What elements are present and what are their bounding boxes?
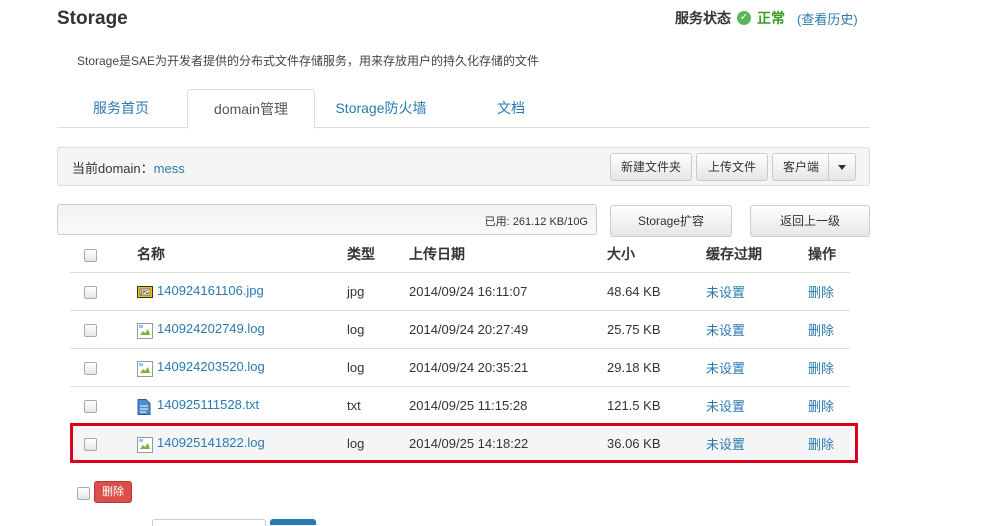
cache-setting-link[interactable]: 未设置 xyxy=(706,323,745,338)
bulk-delete-button[interactable]: 删除 xyxy=(94,481,132,503)
file-name-link[interactable]: 140924202749.log xyxy=(157,321,265,336)
action-cell: 删除 xyxy=(808,348,850,387)
col-type: 类型 xyxy=(347,236,409,273)
bulk-select-checkbox[interactable] xyxy=(77,487,90,500)
cache-cell: 未设置 xyxy=(706,386,808,425)
row-checkbox[interactable] xyxy=(84,362,97,376)
tab-domain-manage[interactable]: domain管理 xyxy=(187,89,315,129)
col-cache: 缓存过期 xyxy=(706,236,808,273)
file-name-link[interactable]: 140924161106.jpg xyxy=(157,283,264,298)
date-cell: 2014/09/25 11:15:28 xyxy=(409,386,607,425)
svg-text:JPG: JPG xyxy=(140,290,149,296)
date-cell: 2014/09/24 20:27:49 xyxy=(409,310,607,349)
type-cell: txt xyxy=(347,386,409,425)
type-cell: jpg xyxy=(347,272,409,311)
go-back-button[interactable]: 返回上一级 xyxy=(750,205,870,237)
caret-down-icon xyxy=(838,165,846,171)
table-row: 140925111528.txt txt 2014/09/25 11:15:28 12… xyxy=(70,386,850,425)
highlight-box xyxy=(70,423,858,463)
row-checkbox[interactable] xyxy=(84,286,97,300)
size-cell: 29.18 KB xyxy=(607,348,706,387)
delete-link[interactable]: 删除 xyxy=(808,285,834,300)
type-cell: log xyxy=(347,310,409,349)
file-name-link[interactable]: 140924203520.log xyxy=(157,359,265,374)
name-cell: 140924203520.log xyxy=(137,348,347,387)
cache-cell: 未设置 xyxy=(706,310,808,349)
cache-setting-link[interactable]: 未设置 xyxy=(706,285,745,300)
new-folder-button[interactable]: 新建文件夹 xyxy=(610,153,692,181)
client-button[interactable]: 客户端 xyxy=(772,153,830,181)
usage-text: 已用: 261.12 KB/10G xyxy=(484,216,588,228)
name-cell: JPG 140924161106.jpg xyxy=(137,272,347,311)
size-cell: 121.5 KB xyxy=(607,386,706,425)
tab-firewall[interactable]: Storage防火墙 xyxy=(319,89,443,127)
name-cell: 140924202749.log xyxy=(137,310,347,349)
cache-cell: 未设置 xyxy=(706,348,808,387)
date-cell: 2014/09/24 20:35:21 xyxy=(409,348,607,387)
check-circle-icon: ✓ xyxy=(737,11,751,25)
delete-link[interactable]: 删除 xyxy=(808,399,834,414)
current-domain: 当前domain：mess xyxy=(72,158,185,177)
row-select-cell xyxy=(70,310,137,349)
size-cell: 48.64 KB xyxy=(607,272,706,311)
select-all-checkbox[interactable] xyxy=(84,248,97,262)
action-cell: 删除 xyxy=(808,310,850,349)
date-cell: 2014/09/24 16:11:07 xyxy=(409,272,607,311)
domain-toolbar: 当前domain：mess 新建文件夹 上传文件 客户端 xyxy=(57,147,870,186)
page-title: Storage xyxy=(57,8,128,29)
row-select-cell xyxy=(70,348,137,387)
size-cell: 25.75 KB xyxy=(607,310,706,349)
type-cell: log xyxy=(347,348,409,387)
tab-docs[interactable]: 文档 xyxy=(449,89,573,127)
tab-home[interactable]: 服务首页 xyxy=(57,89,185,127)
client-dropdown-button[interactable] xyxy=(828,153,856,181)
service-status: 服务状态 ✓ 正常 (查看历史) xyxy=(675,8,858,28)
action-cell: 删除 xyxy=(808,272,850,311)
col-action: 操作 xyxy=(808,236,850,273)
status-value: 正常 xyxy=(757,10,785,26)
row-checkbox[interactable] xyxy=(84,400,97,414)
cache-cell: 未设置 xyxy=(706,272,808,311)
expand-storage-button[interactable]: Storage扩容 xyxy=(610,205,732,237)
name-cell: 140925111528.txt xyxy=(137,386,347,425)
usage-bar: 已用: 261.12 KB/10G xyxy=(57,204,597,235)
row-checkbox[interactable] xyxy=(84,324,97,338)
status-label: 服务状态 xyxy=(675,10,731,26)
row-select-cell xyxy=(70,272,137,311)
tab-bar: 服务首页 domain管理 Storage防火墙 文档 xyxy=(57,89,870,129)
domain-link[interactable]: mess xyxy=(154,161,185,176)
table-row: 140924202749.log log 2014/09/24 20:27:49 25… xyxy=(70,310,850,349)
table-row: JPG 140924161106.jpg jpg 2014/09/24 16:11:0… xyxy=(70,272,850,311)
jpg-file-icon: JPG xyxy=(137,285,153,300)
delete-link[interactable]: 删除 xyxy=(808,361,834,376)
col-size: 大小 xyxy=(607,236,706,273)
select-all-cell xyxy=(70,236,137,273)
row-select-cell xyxy=(70,386,137,425)
table-row: 140924203520.log log 2014/09/24 20:35:21 29… xyxy=(70,348,850,387)
col-name: 名称 xyxy=(137,236,347,273)
upload-file-button[interactable]: 上传文件 xyxy=(696,153,768,181)
pager-button[interactable] xyxy=(270,519,316,525)
file-name-link[interactable]: 140925111528.txt xyxy=(157,397,259,412)
action-cell: 删除 xyxy=(808,386,850,425)
txt-file-icon xyxy=(137,398,151,415)
cache-setting-link[interactable]: 未设置 xyxy=(706,361,745,376)
col-date: 上传日期 xyxy=(409,236,607,273)
history-link[interactable]: (查看历史) xyxy=(797,9,858,28)
pager-input[interactable] xyxy=(152,519,266,526)
cache-setting-link[interactable]: 未设置 xyxy=(706,399,745,414)
table-header-row: 名称 类型 上传日期 大小 缓存过期 操作 xyxy=(70,236,850,273)
current-domain-label: 当前domain： xyxy=(72,161,154,176)
service-description: Storage是SAE为开发者提供的分布式文件存储服务，用来存放用户的持久化存储… xyxy=(77,54,540,68)
broken-image-icon xyxy=(137,360,153,377)
delete-link[interactable]: 删除 xyxy=(808,323,834,338)
broken-image-icon xyxy=(137,322,153,339)
